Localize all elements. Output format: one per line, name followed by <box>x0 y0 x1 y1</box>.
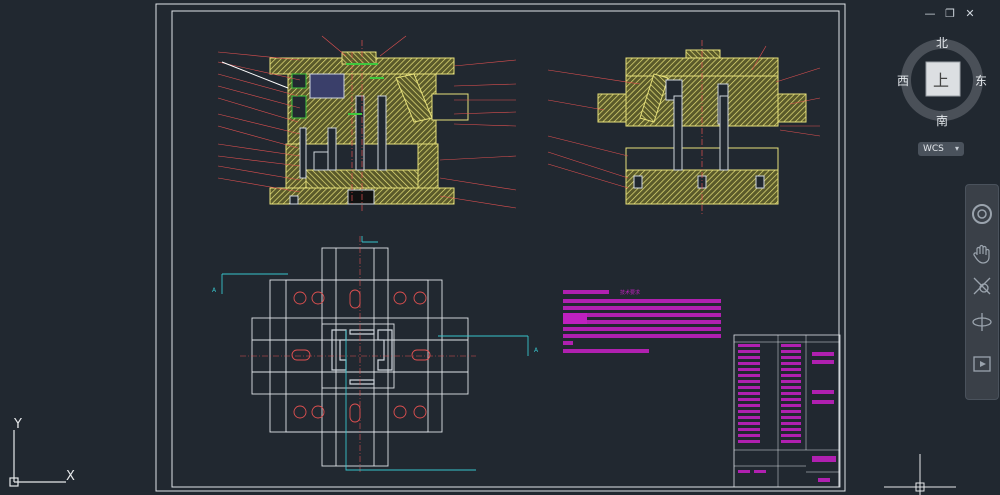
drawing-canvas[interactable]: A A 技术要求 Y X 北 南 西 东 上 <box>0 0 1000 495</box>
tech-req-title: 技术要求 <box>620 289 640 296</box>
wcs-label: WCS <box>923 144 944 154</box>
side-section-view[interactable] <box>597 40 807 216</box>
minimize-button[interactable]: — <box>924 8 936 20</box>
restore-button[interactable]: ❐ <box>944 8 956 20</box>
plan-view-cavity <box>331 329 393 385</box>
section-label-a-left: A <box>212 287 217 294</box>
viewcube-north[interactable]: 北 <box>936 36 948 50</box>
zoom-icon[interactable] <box>970 275 994 299</box>
ucs-x-label: X <box>66 469 75 484</box>
steering-wheel-icon[interactable] <box>970 203 994 227</box>
viewcube-west[interactable]: 西 <box>897 74 909 88</box>
orbit-icon[interactable] <box>970 311 994 335</box>
front-section-view[interactable] <box>269 40 469 212</box>
viewcube-south[interactable]: 南 <box>936 113 948 128</box>
technical-requirements <box>563 290 721 353</box>
crosshair-cursor <box>884 454 956 495</box>
section-cut-line <box>221 236 529 471</box>
wcs-dropdown[interactable]: WCS ▾ <box>918 142 964 156</box>
viewcube-east[interactable]: 东 <box>975 74 987 88</box>
showmotion-icon[interactable] <box>970 353 994 377</box>
chevron-down-icon: ▾ <box>954 144 959 153</box>
title-block-text <box>738 344 836 482</box>
ucs-icon <box>9 430 66 487</box>
plan-view-centerlines <box>240 236 476 472</box>
navigation-bar <box>965 184 999 400</box>
viewcube-top-face[interactable]: 上 <box>933 71 949 90</box>
pan-hand-icon[interactable] <box>970 243 994 267</box>
section-label-a-right: A <box>534 347 539 354</box>
ucs-y-label: Y <box>13 417 22 432</box>
close-button[interactable]: ✕ <box>964 8 976 20</box>
window-controls: — ❐ ✕ <box>924 8 976 20</box>
